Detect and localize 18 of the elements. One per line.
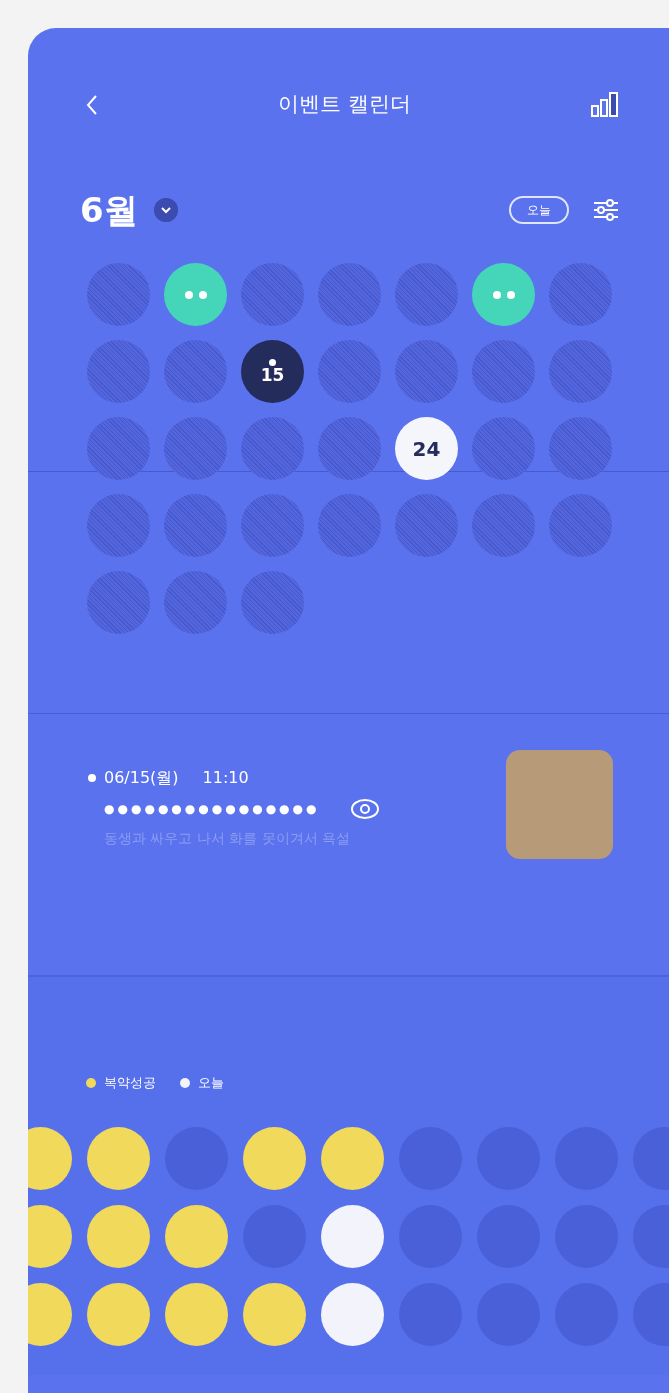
today-button[interactable]: 오늘 — [509, 196, 569, 224]
chart-icon[interactable] — [591, 92, 619, 118]
today-day[interactable]: 24 — [395, 417, 458, 480]
filter-icon[interactable] — [593, 198, 619, 222]
back-icon[interactable] — [86, 94, 98, 116]
bullet-dot — [88, 774, 96, 782]
selected-day[interactable]: 15 — [241, 340, 304, 403]
event-time: 11:10 — [202, 767, 249, 789]
event-date: 06/15(월) — [104, 767, 179, 789]
two-dots-icon — [492, 290, 515, 299]
month-label: 6월 — [80, 188, 138, 232]
two-dots-icon — [184, 290, 207, 299]
eye-icon[interactable] — [349, 798, 380, 820]
dropdown-icon[interactable] — [153, 198, 178, 222]
legend-label: 복약성공 — [104, 1074, 156, 1092]
masked-text: ●●●●●●●●●●●●●●●● — [104, 801, 320, 818]
legend-label: 오늘 — [198, 1074, 224, 1092]
screen-title: 이벤트 캘린더 — [278, 91, 411, 119]
